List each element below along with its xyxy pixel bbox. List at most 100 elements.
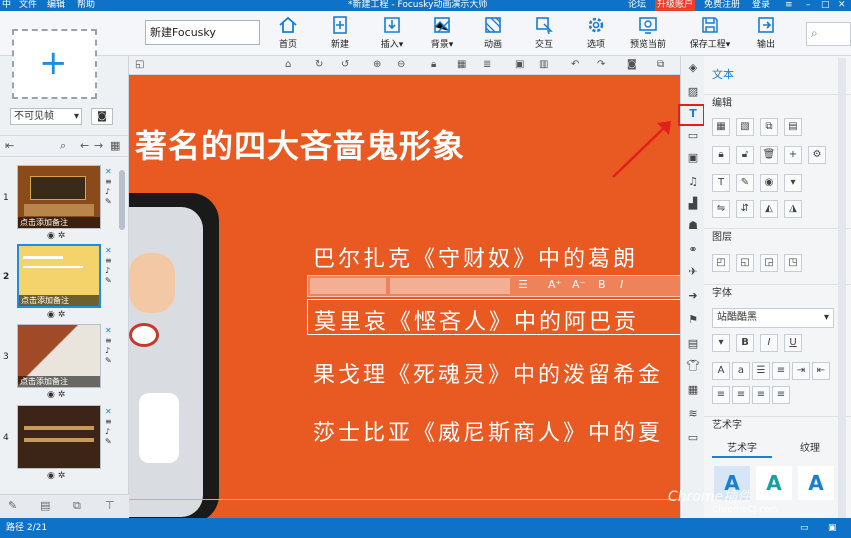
- text-line-1[interactable]: 巴尔扎克《守财奴》中的葛朗: [313, 241, 638, 273]
- settings-icon[interactable]: ⚙: [808, 146, 826, 164]
- align-left-icon[interactable]: ≡: [712, 386, 730, 404]
- trash-icon[interactable]: 🗑︎: [760, 146, 778, 164]
- font-grow-icon[interactable]: A⁺: [548, 278, 561, 291]
- font-select[interactable]: [310, 278, 386, 294]
- grid-icon[interactable]: ▦: [457, 59, 466, 70]
- send-back-icon[interactable]: ◳: [784, 254, 802, 272]
- slide-controls[interactable]: ◉ ✲: [47, 471, 65, 481]
- tab-art-text[interactable]: 艺术字: [712, 440, 772, 458]
- monitor-icon[interactable]: ▭: [800, 518, 809, 538]
- zoom-icon[interactable]: ⌕: [60, 139, 66, 153]
- people-icon[interactable]: ☗: [685, 218, 701, 234]
- lock-icon[interactable]: 🔒︎: [431, 59, 436, 70]
- bullet-list-icon[interactable]: ☰: [752, 362, 770, 380]
- text-line-4[interactable]: 莎士比亚《威尼斯商人》中的夏: [313, 415, 663, 447]
- slide-side-icons[interactable]: ✕ ≡ ♪ ✎: [105, 407, 115, 447]
- arrow-right-icon[interactable]: →: [94, 139, 103, 152]
- chevron-down-icon[interactable]: ▾: [784, 174, 802, 192]
- slide-thumbnail[interactable]: 1 点击添加备注 ◉ ✲ ✕ ≡ ♪ ✎: [3, 165, 127, 243]
- lock-icon[interactable]: 🔒︎: [712, 146, 730, 164]
- home-icon[interactable]: ⌂: [285, 59, 291, 70]
- slide-list-scrollbar[interactable]: [119, 170, 125, 230]
- slide-controls[interactable]: ◉ ✲: [47, 231, 65, 241]
- animation-button[interactable]: 动画: [471, 15, 515, 53]
- chart-icon[interactable]: ▟: [685, 196, 701, 212]
- maximize-icon[interactable]: □: [821, 0, 830, 11]
- properties-scrollbar[interactable]: [838, 58, 846, 518]
- font-shrink-icon[interactable]: A⁻: [572, 278, 585, 291]
- slide-thumbnail-selected[interactable]: 2 点击添加备注 ◉ ✲ ✕ ≡ ♪ ✎: [3, 244, 127, 322]
- layers-icon[interactable]: ≋: [685, 406, 701, 422]
- justify-icon[interactable]: ≡: [772, 386, 790, 404]
- media-icon[interactable]: ▣: [685, 150, 701, 166]
- reflect-icon[interactable]: ◮: [784, 200, 802, 218]
- save-project-button[interactable]: 保存工程▾: [686, 15, 734, 53]
- align-center-icon[interactable]: ≡: [732, 386, 750, 404]
- link-icon[interactable]: ⚭: [685, 242, 701, 258]
- inbox-icon[interactable]: ▭: [685, 430, 701, 446]
- menu-icon[interactable]: ≡: [785, 0, 793, 11]
- slide-canvas[interactable]: 著名的四大吝啬鬼形象 巴尔扎克《守财奴》中的葛朗 ☰ A⁺ A⁻ B I 莫里哀…: [129, 75, 680, 518]
- slide-side-icons[interactable]: ✕ ≡ ♪ ✎: [105, 246, 115, 286]
- close-icon[interactable]: ✕: [838, 0, 846, 11]
- number-list-icon[interactable]: ≡: [772, 362, 790, 380]
- frame-icon[interactable]: ▤: [685, 336, 701, 352]
- zoom-out-icon[interactable]: ⊖: [397, 59, 405, 70]
- export-button[interactable]: 输出: [744, 15, 788, 53]
- window-icon[interactable]: ▭: [685, 128, 701, 144]
- outdent-icon[interactable]: ⇤: [812, 362, 830, 380]
- send-backward-icon[interactable]: ◲: [760, 254, 778, 272]
- pin-icon[interactable]: ⊤: [105, 499, 115, 512]
- slide-thumbnail[interactable]: 4 ◉ ✲ ✕ ≡ ♪ ✎: [3, 405, 127, 483]
- new-button[interactable]: 新建: [318, 15, 362, 53]
- copy-icon[interactable]: ⧉: [760, 118, 778, 136]
- camera-button[interactable]: ◙: [91, 108, 113, 125]
- minimize-icon[interactable]: –: [806, 0, 811, 11]
- frame-icon[interactable]: ◱: [135, 59, 144, 70]
- redo-icon[interactable]: ↷: [597, 59, 605, 70]
- flag-icon[interactable]: ⚑: [685, 312, 701, 328]
- group-icon[interactable]: ▦: [712, 118, 730, 136]
- arrow-right-circle-icon[interactable]: ➜: [685, 288, 701, 304]
- slide-thumbnail[interactable]: 3 点击添加备注 ◉ ✲ ✕ ≡ ♪ ✎: [3, 324, 127, 402]
- add-frame-button[interactable]: +: [12, 29, 97, 99]
- layout-icon[interactable]: ▦: [685, 382, 701, 398]
- tab-texture[interactable]: 纹理: [780, 440, 840, 458]
- text-line-2[interactable]: 莫里哀《悭吝人》中的阿巴贡: [314, 304, 639, 336]
- zoom-in-icon[interactable]: ⊕: [373, 59, 381, 70]
- text-line-3[interactable]: 果戈理《死魂灵》中的泼留希金: [313, 357, 663, 389]
- paste-icon[interactable]: ▥: [539, 59, 548, 70]
- bring-front-icon[interactable]: ◰: [712, 254, 730, 272]
- bring-forward-icon[interactable]: ◱: [736, 254, 754, 272]
- slide-title[interactable]: 著名的四大吝啬鬼形象: [135, 121, 465, 167]
- project-name-input[interactable]: 新建Focusky: [145, 20, 260, 45]
- align-icon[interactable]: ≣: [483, 59, 491, 70]
- paste-icon[interactable]: ▤: [784, 118, 802, 136]
- bold-icon[interactable]: B: [598, 278, 606, 291]
- shirt-icon[interactable]: 👕︎: [685, 358, 701, 374]
- menu-help[interactable]: 帮助: [77, 0, 95, 11]
- grid-view-icon[interactable]: ▦: [110, 139, 120, 152]
- font-size-select[interactable]: [390, 278, 510, 294]
- collapse-icon[interactable]: ⇤: [5, 139, 14, 152]
- plus-icon[interactable]: +: [784, 146, 802, 164]
- rotate-icon[interactable]: ↻: [315, 59, 323, 70]
- forum-link[interactable]: 论坛: [628, 0, 646, 11]
- upgrade-account-link[interactable]: 升级账户: [655, 0, 696, 11]
- character-image-frame[interactable]: [129, 193, 219, 518]
- arrow-left-icon[interactable]: ←: [80, 139, 89, 152]
- slide-controls[interactable]: ◉ ✲: [47, 310, 65, 320]
- list-icon[interactable]: ☰: [518, 278, 528, 291]
- screenshot-icon[interactable]: ◙: [627, 59, 637, 70]
- selected-text-box[interactable]: 莫里哀《悭吝人》中的阿巴贡: [307, 299, 680, 335]
- background-button[interactable]: 背景▾: [420, 15, 464, 53]
- eye-icon[interactable]: ◉: [760, 174, 778, 192]
- underline-button[interactable]: U: [784, 334, 802, 352]
- unlock-icon[interactable]: 🔓︎: [736, 146, 754, 164]
- menu-edit[interactable]: 编辑: [47, 0, 65, 11]
- login-link[interactable]: 登录: [752, 0, 770, 11]
- plane-icon[interactable]: ✈: [685, 264, 701, 280]
- preview-current-button[interactable]: 预览当前: [626, 15, 670, 53]
- font-shrink-icon[interactable]: a: [732, 362, 750, 380]
- options-button[interactable]: 选项: [574, 15, 618, 53]
